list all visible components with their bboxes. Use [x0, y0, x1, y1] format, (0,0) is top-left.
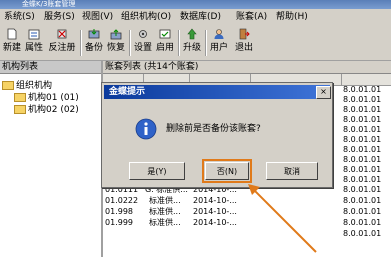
version-cell: 8.0.01.01 [343, 115, 382, 124]
account-name-cell[interactable]: 标准供... [149, 207, 189, 216]
dialog-title: 金蝶提示 [104, 85, 330, 99]
folder-icon [14, 105, 26, 114]
upgrade-icon [187, 28, 197, 40]
organization-pane-header: 机构列表 [0, 61, 101, 74]
properties-icon [28, 29, 40, 40]
settings-label: 设置 [133, 43, 152, 53]
version-cell: 8.0.01.01 [343, 95, 382, 104]
menu-system[interactable]: 系统(S) [4, 12, 35, 23]
account-code-cell[interactable]: 01.0222 [105, 196, 138, 205]
version-cell: 8.0.01.01 [343, 145, 382, 154]
folder-icon [2, 81, 14, 90]
toolbar-separator [129, 30, 131, 56]
version-cell: 8.0.01.01 [343, 218, 382, 227]
exit-button[interactable]: 退出 [234, 28, 254, 59]
version-cell: 8.0.01.01 [343, 196, 382, 205]
toolbar: 新建 属性 反注册 备份 恢复 设置 启用 升级 用户 退出 [0, 26, 391, 61]
account-date-cell[interactable]: 2014-10-... [193, 196, 249, 205]
unregister-icon [57, 29, 67, 39]
tree-node-org01[interactable]: 机构01 (01) [14, 93, 79, 103]
version-cell: 8.0.01.01 [343, 135, 382, 144]
menu-help[interactable]: 帮助(H) [276, 12, 308, 23]
version-cell: 8.0.01.01 [343, 229, 382, 238]
info-icon [135, 118, 157, 140]
version-cell: 8.0.01.01 [343, 165, 382, 174]
backup-button[interactable]: 备份 [84, 28, 104, 59]
tree-node-label: 机构02 (02) [28, 105, 79, 115]
version-cell: 8.0.01.01 [343, 207, 382, 216]
account-date-cell[interactable]: 2014-10-... [193, 207, 249, 216]
menu-service[interactable]: 服务(S) [44, 12, 75, 23]
window-title-bar: 金蝶K/3账套管理 [0, 0, 391, 9]
enable-icon [159, 29, 171, 39]
dialog-close-button[interactable]: × [316, 86, 331, 99]
folder-icon [14, 93, 26, 102]
menu-organization[interactable]: 组织机构(O) [121, 12, 171, 23]
settings-icon [139, 30, 147, 38]
restore-label: 恢复 [106, 43, 125, 53]
menu-account[interactable]: 账套(A) [236, 12, 267, 23]
dialog-message: 删除前是否备份该账套? [166, 124, 261, 134]
account-list-header: 账套列表 (共14个账套) [103, 61, 391, 74]
restore-icon [110, 29, 122, 40]
organization-pane: 机构列表 组织机构 机构01 (01) 机构02 (02) [0, 61, 103, 257]
restore-button[interactable]: 恢复 [106, 28, 126, 59]
upgrade-button[interactable]: 升级 [182, 28, 202, 59]
menu-view[interactable]: 视图(V) [82, 12, 113, 23]
user-button[interactable]: 用户 [209, 28, 229, 59]
user-label: 用户 [209, 43, 228, 53]
version-cell: 8.0.01.01 [343, 105, 382, 114]
toolbar-separator [178, 30, 180, 56]
confirm-dialog: 金蝶提示 × 删除前是否备份该账套? 是(Y) 否(N) 取消 [101, 82, 333, 188]
version-cell: 8.0.01.01 [343, 185, 382, 194]
version-cell: 8.0.01.01 [343, 125, 382, 134]
window-title: 金蝶K/3账套管理 [22, 0, 76, 8]
account-code-cell[interactable]: 01.999 [105, 218, 133, 227]
version-cell: 8.0.01.01 [343, 85, 382, 94]
account-name-cell[interactable]: 标准供... [149, 218, 189, 227]
tree-node-root[interactable]: 组织机构 [2, 81, 52, 91]
tree-node-label: 机构01 (01) [28, 93, 79, 103]
account-code-cell[interactable]: 01.998 [105, 207, 133, 216]
exit-icon [239, 28, 250, 40]
properties-button[interactable]: 属性 [24, 28, 44, 59]
properties-label: 属性 [24, 43, 43, 53]
unregister-label: 反注册 [48, 43, 76, 53]
unregister-button[interactable]: 反注册 [47, 28, 77, 59]
enable-button[interactable]: 启用 [155, 28, 175, 59]
no-button[interactable]: 否(N) [202, 159, 252, 183]
enable-label: 启用 [155, 43, 174, 53]
yes-button[interactable]: 是(Y) [129, 162, 185, 180]
toolbar-separator [205, 30, 207, 56]
tree-node-label: 组织机构 [16, 81, 53, 91]
exit-label: 退出 [234, 43, 253, 53]
menu-database[interactable]: 数据库(D) [180, 12, 221, 23]
new-button[interactable]: 新建 [2, 28, 22, 59]
settings-button[interactable]: 设置 [133, 28, 153, 59]
version-cell: 8.0.01.01 [343, 175, 382, 184]
toolbar-separator [80, 30, 82, 56]
new-icon [7, 28, 17, 40]
user-icon [214, 29, 224, 39]
version-cell: 8.0.01.01 [343, 155, 382, 164]
account-name-cell[interactable]: 标准供... [149, 196, 189, 205]
backup-label: 备份 [84, 43, 103, 53]
tree-node-org02[interactable]: 机构02 (02) [14, 105, 79, 115]
new-label: 新建 [2, 43, 21, 53]
cancel-button[interactable]: 取消 [266, 162, 318, 180]
account-date-cell[interactable]: 2014-10-... [193, 218, 249, 227]
upgrade-label: 升级 [182, 43, 201, 53]
menu-bar: 系统(S) 服务(S) 视图(V) 组织机构(O) 数据库(D) 账套(A) 帮… [0, 9, 391, 26]
backup-icon [88, 29, 100, 39]
